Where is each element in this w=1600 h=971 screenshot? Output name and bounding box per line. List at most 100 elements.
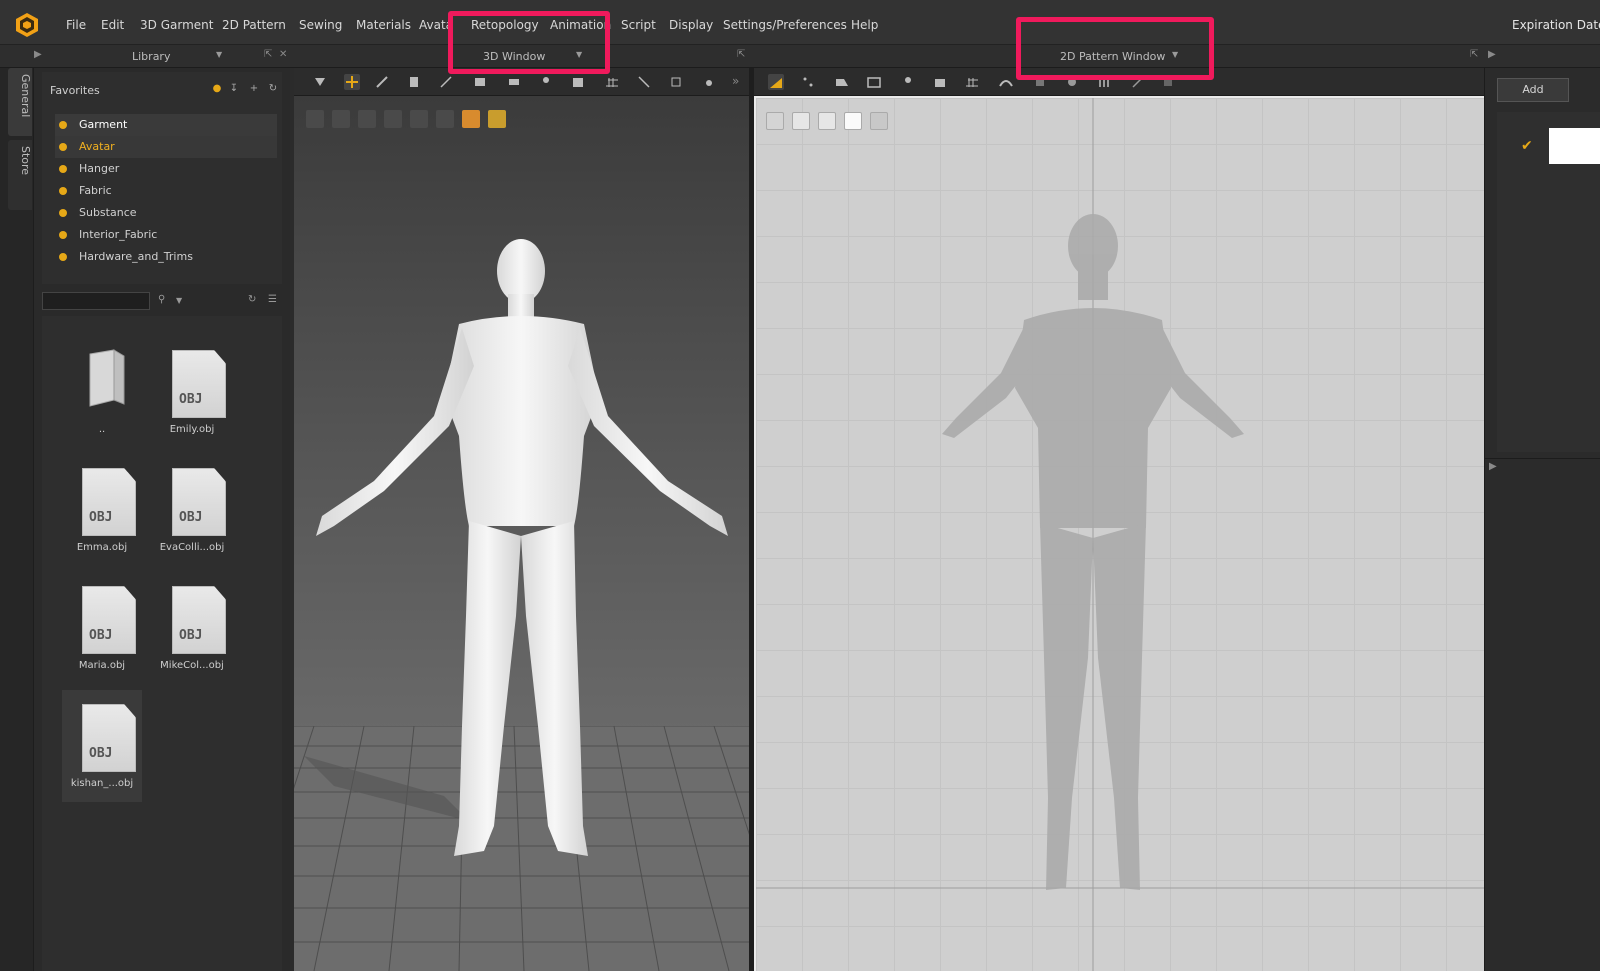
select-mesh-icon[interactable] — [312, 74, 328, 90]
menu-retopology[interactable]: Retopology — [471, 18, 539, 32]
sewing-2d-icon[interactable] — [998, 74, 1014, 90]
texture-tool-icon[interactable] — [570, 74, 586, 90]
menu-animation[interactable]: Animation — [550, 18, 611, 32]
window2d-undock-icon[interactable]: ⇱ — [1470, 49, 1478, 60]
favorite-toggle-icon[interactable]: ● — [210, 82, 224, 96]
file-label: Emma.obj — [76, 542, 128, 553]
search-icon[interactable]: ⚲ — [158, 294, 165, 305]
obj-file-icon: OBJ — [82, 586, 136, 654]
menu-help[interactable]: Help — [851, 18, 878, 32]
file-tile-mikecollins[interactable]: OBJ MikeCol...obj — [152, 572, 232, 684]
grading-icon[interactable] — [964, 74, 980, 90]
texture-2d-icon[interactable] — [1032, 74, 1048, 90]
3d-viewport[interactable] — [294, 96, 749, 971]
list-view-icon[interactable]: ☰ — [268, 294, 277, 305]
tab-general[interactable]: General — [8, 68, 32, 136]
point-tool-icon[interactable] — [700, 74, 716, 90]
favorite-label: Garment — [79, 118, 128, 131]
toolbar-overflow-icon[interactable]: » — [732, 74, 748, 90]
edit-tool-icon[interactable] — [636, 74, 652, 90]
favorite-item-hardware-and-trims[interactable]: Hardware_and_Trims — [55, 246, 277, 268]
download-icon[interactable]: ↧ — [227, 82, 241, 96]
zipper-tool-icon[interactable] — [1096, 74, 1112, 90]
button-tool-icon[interactable] — [1064, 74, 1080, 90]
menu-settings[interactable]: Settings/Preferences — [723, 18, 847, 32]
garment-tool-icon[interactable] — [406, 74, 422, 90]
measure-tool-icon[interactable] — [438, 74, 454, 90]
favorite-dot-icon — [59, 209, 67, 217]
menu-script[interactable]: Script — [621, 18, 656, 32]
add-button[interactable]: Add — [1497, 78, 1569, 102]
file-tile-emily[interactable]: OBJ Emily.obj — [152, 336, 232, 448]
panel-collapse-icon[interactable]: ▶ — [34, 49, 42, 60]
file-tile-evacollins[interactable]: OBJ EvaColli...obj — [152, 454, 232, 566]
rectangle-icon[interactable] — [866, 74, 882, 90]
refresh-list-icon[interactable]: ↻ — [248, 294, 256, 305]
library-close-icon[interactable]: ✕ — [279, 49, 287, 60]
expiration-date: Expiration Date : — [1512, 18, 1600, 32]
file-tile-parent-folder[interactable]: .. — [62, 336, 142, 448]
favorite-dot-icon — [59, 165, 67, 173]
menu-avatar[interactable]: Avata — [419, 18, 453, 32]
library-search-input[interactable] — [42, 292, 150, 310]
menu-file[interactable]: File — [66, 18, 86, 32]
favorite-item-interior-fabric[interactable]: Interior_Fabric — [55, 224, 277, 246]
favorite-item-garment[interactable]: Garment — [55, 114, 277, 136]
menu-display[interactable]: Display — [669, 18, 713, 32]
2d-pattern-window — [754, 68, 1484, 971]
object-browser-panel: Add ✔ ▶ — [1484, 68, 1600, 971]
fold-tool-icon[interactable] — [472, 74, 488, 90]
annotation-tool-icon[interactable] — [1160, 74, 1176, 90]
library-undock-icon[interactable]: ⇱ — [264, 49, 272, 60]
dart-icon[interactable] — [900, 74, 916, 90]
object-swatch[interactable] — [1549, 128, 1600, 164]
file-tile-kishan[interactable]: OBJ kishan_...obj — [62, 690, 142, 802]
symmetry-tool-icon[interactable] — [1130, 74, 1146, 90]
menu-edit[interactable]: Edit — [101, 18, 124, 32]
file-label: MikeCol...obj — [160, 660, 224, 671]
avatar-tool-icon[interactable] — [538, 74, 554, 90]
edit-point-icon[interactable] — [800, 74, 816, 90]
window3d-undock-icon[interactable]: ⇱ — [737, 49, 745, 60]
property-collapse-icon[interactable]: ▶ — [1489, 461, 1497, 472]
window3d-dropdown-icon[interactable]: ▼ — [576, 50, 582, 59]
checkmark-icon[interactable]: ✔ — [1521, 138, 1533, 154]
polygon-icon[interactable] — [834, 74, 850, 90]
menu-sewing[interactable]: Sewing — [299, 18, 342, 32]
add-icon[interactable]: + — [247, 82, 261, 96]
library-search-row: ⚲ ▼ ↻ ☰ — [42, 292, 282, 314]
pin-tool-icon[interactable] — [374, 74, 390, 90]
avatar-model[interactable] — [294, 96, 749, 971]
favorite-dot-icon — [59, 121, 67, 129]
favorite-item-avatar[interactable]: Avatar — [55, 136, 277, 158]
left-vertical-tabs: General Store — [0, 68, 34, 971]
favorite-item-substance[interactable]: Substance — [55, 202, 277, 224]
move-tool-icon[interactable] — [344, 74, 360, 90]
obj-file-icon: OBJ — [82, 468, 136, 536]
file-tile-emma[interactable]: OBJ Emma.obj — [62, 454, 142, 566]
favorite-item-fabric[interactable]: Fabric — [55, 180, 277, 202]
window2d-dropdown-icon[interactable]: ▼ — [1172, 50, 1178, 59]
obj-file-icon: OBJ — [172, 468, 226, 536]
transform-pattern-icon[interactable] — [768, 74, 784, 90]
right-panel-collapse-icon[interactable]: ▶ — [1488, 49, 1496, 60]
property-editor-panel: ▶ — [1485, 458, 1600, 971]
library-dropdown-icon[interactable]: ▼ — [216, 50, 222, 59]
2d-pattern-canvas[interactable] — [754, 96, 1484, 971]
file-tile-maria[interactable]: OBJ Maria.obj — [62, 572, 142, 684]
obj-file-icon: OBJ — [172, 586, 226, 654]
favorite-dot-icon — [59, 231, 67, 239]
menu-3d-garment[interactable]: 3D Garment — [140, 18, 213, 32]
tab-store[interactable]: Store — [8, 140, 32, 210]
internal-line-icon[interactable] — [932, 74, 948, 90]
library-file-grid: .. OBJ Emily.obj OBJ Emma.obj OBJ EvaCol… — [42, 316, 282, 971]
arrange-tool-icon[interactable] — [506, 74, 522, 90]
favorite-item-hanger[interactable]: Hanger — [55, 158, 277, 180]
grid-tool-icon[interactable] — [604, 74, 620, 90]
sewing-tool-icon[interactable] — [668, 74, 684, 90]
window-header-strip: ▶ Library ▼ ⇱ ✕ 3D Window ▼ ⇱ 2D Pattern… — [0, 45, 1600, 68]
menu-2d-pattern[interactable]: 2D Pattern — [222, 18, 286, 32]
search-dropdown-icon[interactable]: ▼ — [176, 296, 182, 305]
menu-materials[interactable]: Materials — [356, 18, 411, 32]
refresh-icon[interactable]: ↻ — [266, 82, 280, 96]
